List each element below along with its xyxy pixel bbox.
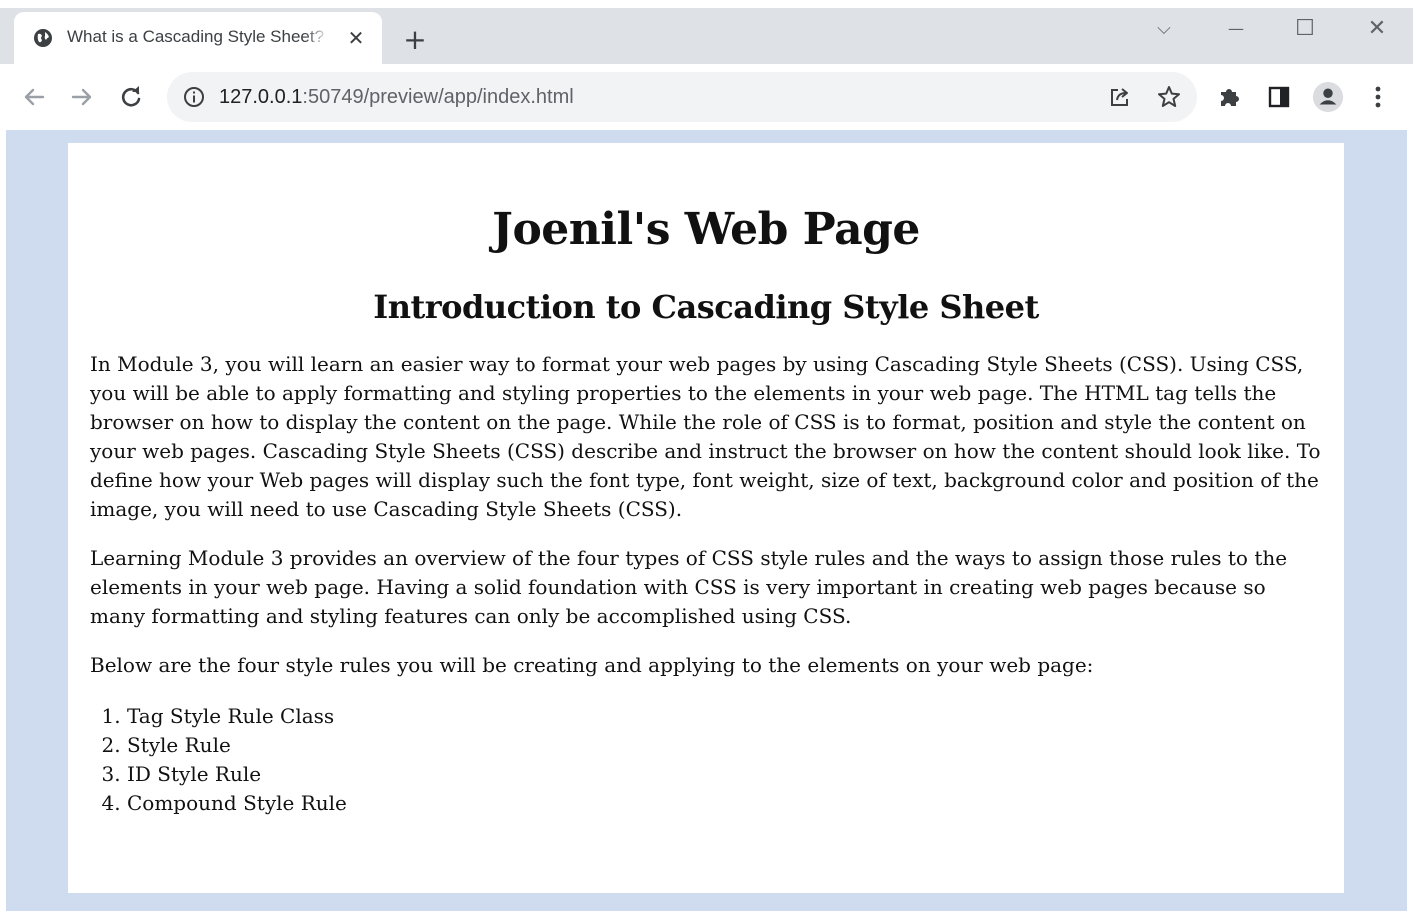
close-tab-icon[interactable]: ✕ (344, 26, 368, 50)
globe-icon (34, 29, 52, 47)
list-item: Tag Style Rule Class (127, 702, 1322, 731)
style-rules-list: Tag Style Rule Class Style Rule ID Style… (90, 702, 1322, 818)
back-arrow-icon (24, 88, 45, 106)
paragraph-intro: In Module 3, you will learn an easier wa… (90, 352, 1321, 521)
reload-icon (121, 86, 141, 107)
content-container: Joenil's Web Page Introduction to Cascad… (68, 143, 1344, 893)
page-subtitle: Introduction to Cascading Style Sheet (373, 288, 1039, 326)
paragraph-list-intro: Below are the four style rules you will … (90, 653, 1094, 677)
paragraph-overview: Learning Module 3 provides an overview o… (90, 546, 1288, 628)
site-info-icon[interactable] (183, 86, 205, 108)
back-button[interactable] (18, 81, 50, 113)
reload-button[interactable] (115, 81, 147, 113)
address-bar[interactable]: 127.0.0.1:50749/preview/app/index.html (167, 72, 1197, 122)
new-tab-button[interactable]: + (400, 26, 430, 56)
bookmark-button[interactable] (1156, 84, 1182, 110)
url-host: 127.0.0.1 (219, 86, 303, 108)
page-viewport: Joenil's Web Page Introduction to Cascad… (6, 130, 1407, 911)
browser-toolbar: 127.0.0.1:50749/preview/app/index.html (0, 64, 1413, 130)
side-panel-icon (1268, 86, 1290, 108)
page-title: Joenil's Web Page (492, 204, 920, 255)
url-path: :50749/preview/app/index.html (302, 86, 574, 108)
menu-button[interactable] (1362, 81, 1394, 113)
list-item: Compound Style Rule (127, 789, 1322, 818)
profile-button[interactable] (1312, 81, 1344, 113)
browser-chrome: What is a Cascading Style Sheet? ✕ + ⌵ —… (0, 0, 1413, 130)
active-tab[interactable]: What is a Cascading Style Sheet? ✕ (14, 12, 382, 64)
tab-search-dropdown-icon[interactable]: ⌵ (1149, 14, 1179, 44)
list-item: Style Rule (127, 731, 1322, 760)
list-item: ID Style Rule (127, 760, 1322, 789)
tab-strip: What is a Cascading Style Sheet? ✕ + ⌵ —… (0, 0, 1413, 64)
extensions-puzzle-icon (1221, 89, 1239, 106)
extensions-button[interactable] (1214, 81, 1246, 113)
profile-avatar-icon (1312, 81, 1344, 113)
minimize-button[interactable]: — (1221, 14, 1251, 44)
side-panel-button[interactable] (1263, 81, 1295, 113)
forward-arrow-icon (71, 88, 92, 106)
tab-title: What is a Cascading Style Sheet? (67, 25, 329, 49)
bookmark-star-icon (1158, 86, 1180, 107)
share-icon (1111, 88, 1128, 106)
close-window-button[interactable]: ✕ (1362, 14, 1392, 44)
forward-button[interactable] (66, 81, 98, 113)
kebab-menu-icon (1375, 86, 1381, 108)
url-text[interactable]: 127.0.0.1:50749/preview/app/index.html (219, 84, 574, 110)
share-button[interactable] (1107, 84, 1133, 110)
maximize-button[interactable]: ☐ (1290, 14, 1320, 44)
